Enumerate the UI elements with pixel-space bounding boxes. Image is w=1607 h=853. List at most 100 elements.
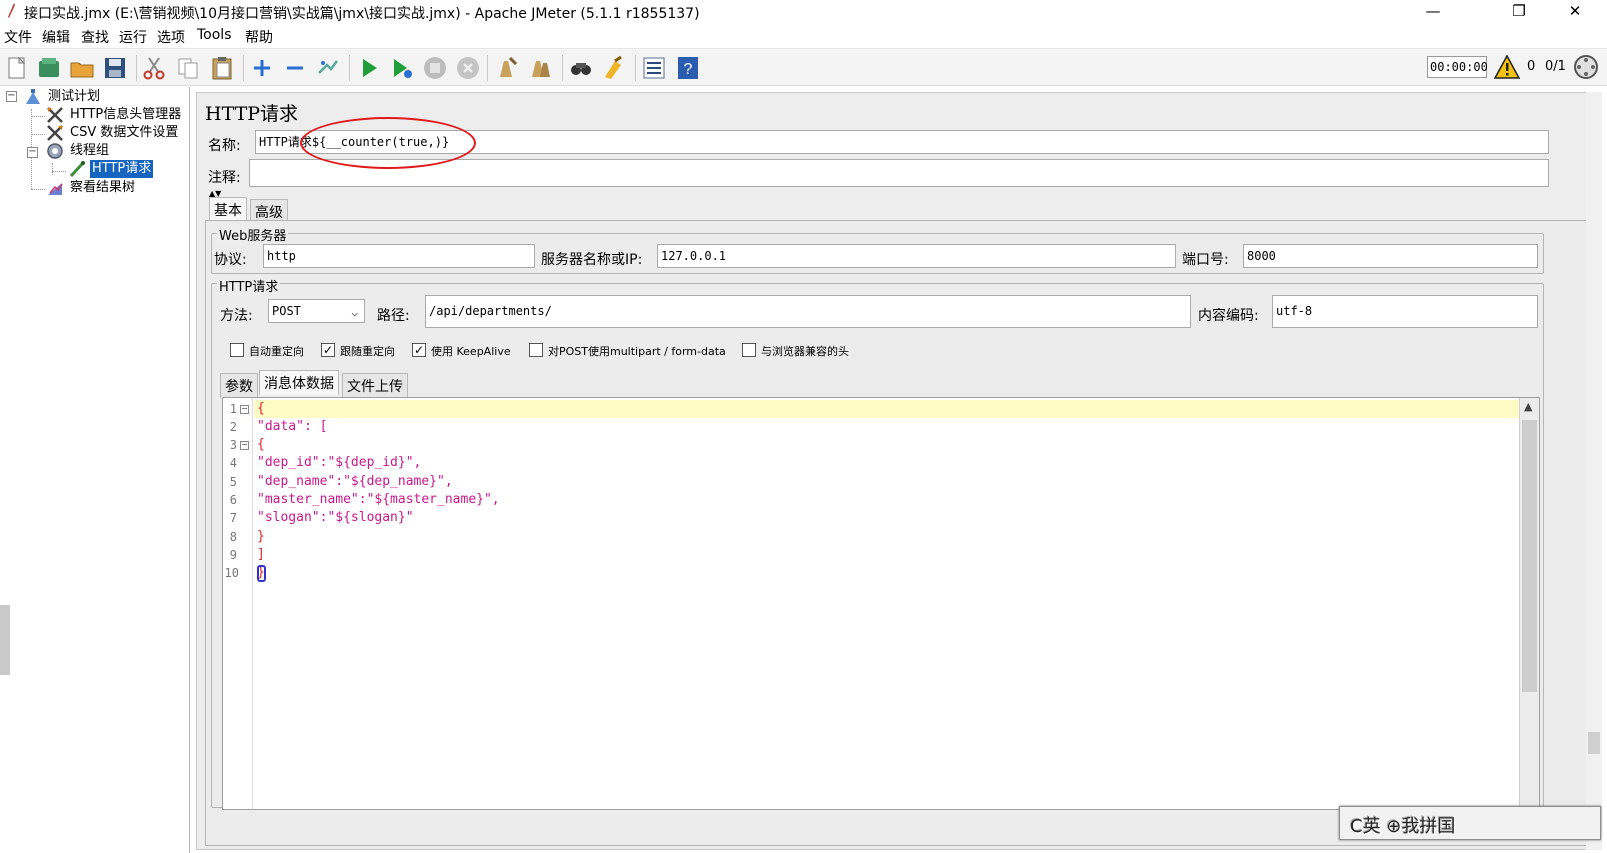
- templates-icon[interactable]: [36, 55, 62, 81]
- window-title: 接口实战.jmx (E:\营销视频\10月接口营销\实战篇\jmx\接口实战.j…: [24, 6, 700, 22]
- tab-file-upload[interactable]: 文件上传: [342, 373, 408, 398]
- scroll-up-icon[interactable]: ▲: [1524, 400, 1532, 413]
- tab-basic[interactable]: 基本: [209, 197, 247, 222]
- port-label: 端口号:: [1182, 252, 1229, 268]
- active-threads: 0/1: [1545, 59, 1566, 74]
- name-input[interactable]: HTTP请求${__counter(true,)}: [255, 130, 1549, 154]
- tree-line: [52, 171, 66, 172]
- cut-icon[interactable]: [141, 55, 167, 81]
- follow-redirect-label: 跟随重定向: [340, 345, 395, 358]
- jmeter-feather-icon: [8, 3, 15, 18]
- method-label: 方法:: [220, 308, 253, 324]
- save-icon[interactable]: [102, 55, 128, 81]
- panel-title: HTTP请求: [205, 103, 299, 125]
- test-plan-icon: [26, 89, 40, 104]
- keepalive-checkbox[interactable]: ✓: [412, 343, 426, 357]
- menu-tools[interactable]: Tools: [197, 27, 232, 43]
- stop-icon[interactable]: [422, 55, 448, 81]
- close-button[interactable]: ✕: [1552, 0, 1598, 24]
- menu-options[interactable]: 选项: [157, 27, 185, 47]
- collapse-icon[interactable]: [282, 55, 308, 81]
- current-line-highlight: [254, 400, 1520, 418]
- tab-parameters[interactable]: 参数: [220, 373, 258, 398]
- reset-search-icon[interactable]: [601, 55, 627, 81]
- jmeter-window: 接口实战.jmx (E:\营销视频\10月接口营销\实战篇\jmx\接口实战.j…: [0, 0, 1607, 853]
- toolbar-separator: [635, 55, 636, 81]
- web-server-title: Web服务器: [217, 225, 289, 244]
- http-sampler-icon: [69, 161, 85, 178]
- path-input[interactable]: /api/departments/: [425, 295, 1191, 328]
- bracket-match-highlight: [257, 565, 266, 582]
- clear-icon[interactable]: [494, 55, 520, 81]
- follow-redirect-checkbox[interactable]: ✓: [321, 343, 335, 357]
- collapse-toggle[interactable]: −: [27, 147, 38, 158]
- multipart-label: 对POST使用multipart / form-data: [548, 345, 726, 358]
- thread-group-icon: [47, 143, 63, 159]
- line-number: 9: [229, 548, 237, 562]
- expand-icon[interactable]: [249, 55, 275, 81]
- auto-redirect-checkbox[interactable]: [230, 343, 244, 357]
- results-tree-icon: [48, 183, 63, 195]
- help-icon[interactable]: ?: [675, 55, 701, 81]
- multipart-checkbox[interactable]: [529, 343, 543, 357]
- editor-scrollbar[interactable]: ▲: [1519, 398, 1539, 809]
- collapse-toggle[interactable]: −: [6, 91, 17, 102]
- code-line: "master_name":"${master_name}",: [257, 492, 500, 507]
- paste-icon[interactable]: [209, 55, 235, 81]
- panel-scrollbar[interactable]: [1586, 92, 1602, 850]
- scrollbar-thumb[interactable]: [1522, 420, 1537, 692]
- menu-search[interactable]: 查找: [81, 27, 109, 47]
- method-select[interactable]: POST ⌵: [268, 299, 365, 323]
- body-data-editor[interactable]: 1 2 3 4 5 6 7 8 9 10 − − { "data": [ { "…: [222, 397, 1540, 810]
- fold-toggle[interactable]: −: [240, 405, 249, 414]
- minimize-button[interactable]: —: [1410, 0, 1456, 24]
- search-icon[interactable]: [568, 55, 594, 81]
- encoding-input[interactable]: utf-8: [1272, 295, 1538, 328]
- csv-config-icon: [47, 125, 63, 141]
- comment-input[interactable]: [249, 159, 1549, 187]
- elapsed-time: 00:00:00: [1427, 56, 1488, 78]
- server-input[interactable]: 127.0.0.1: [657, 244, 1176, 268]
- menu-help[interactable]: 帮助: [245, 27, 273, 47]
- menu-edit[interactable]: 编辑: [42, 27, 70, 47]
- tree-line: [52, 163, 53, 175]
- menu-run[interactable]: 运行: [119, 27, 147, 47]
- open-icon[interactable]: [69, 55, 95, 81]
- toggle-icon[interactable]: [315, 55, 341, 81]
- server-label: 服务器名称或IP:: [541, 252, 643, 268]
- path-label: 路径:: [377, 308, 410, 324]
- menu-bar: 文件 编辑 查找 运行 选项 Tools 帮助: [0, 25, 1607, 47]
- new-icon[interactable]: [4, 55, 30, 81]
- warning-icon[interactable]: [1494, 54, 1520, 80]
- line-number-gutter: 1 2 3 4 5 6 7 8 9 10 − −: [223, 398, 253, 809]
- toolbar-separator: [562, 55, 563, 81]
- shutdown-icon[interactable]: [455, 55, 481, 81]
- encoding-label: 内容编码:: [1198, 308, 1259, 324]
- browser-headers-checkbox[interactable]: [742, 343, 756, 357]
- toolbar: ? 00:00:00 0 0/1: [0, 48, 1607, 86]
- port-input[interactable]: 8000: [1243, 244, 1538, 268]
- start-no-pause-icon[interactable]: [389, 55, 415, 81]
- function-helper-icon[interactable]: [641, 55, 667, 81]
- code-line: {: [257, 437, 265, 452]
- ime-toolbar[interactable]: C英 ⊕我拼国: [1339, 806, 1601, 840]
- chevron-down-icon: ⌵: [351, 306, 358, 319]
- running-status-icon: [1574, 55, 1598, 79]
- tab-body-data[interactable]: 消息体数据: [259, 370, 339, 395]
- splitter-handle[interactable]: [0, 605, 10, 675]
- scrollbar-thumb[interactable]: [1588, 732, 1600, 754]
- menu-file[interactable]: 文件: [4, 27, 32, 47]
- code-line: "dep_name":"${dep_name}",: [257, 474, 453, 489]
- fold-toggle[interactable]: −: [240, 441, 249, 450]
- copy-icon[interactable]: [175, 55, 201, 81]
- protocol-input[interactable]: http: [263, 244, 535, 268]
- toolbar-separator: [487, 55, 488, 81]
- test-plan-tree: − − 测试计划 HTTP信息头管理器 CSV 数据文件设置 线程组 HTTP请…: [0, 87, 190, 853]
- maximize-button[interactable]: ❐: [1496, 0, 1542, 24]
- toolbar-separator: [243, 55, 244, 81]
- comment-label: 注释:: [208, 170, 241, 186]
- line-number: 3: [229, 438, 237, 452]
- line-number: 4: [229, 456, 237, 470]
- start-icon[interactable]: [356, 55, 382, 81]
- clear-all-icon[interactable]: [528, 55, 554, 81]
